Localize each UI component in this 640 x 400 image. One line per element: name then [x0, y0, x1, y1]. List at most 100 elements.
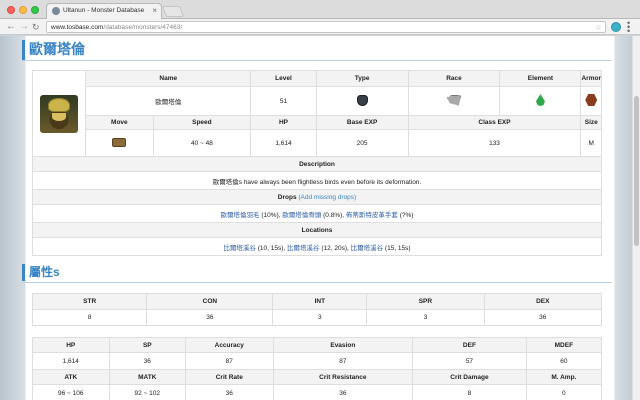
combat-stats-table: HP SP Accuracy Evasion DEF MDEF 1,614 36…: [32, 337, 603, 400]
combat-value: 96 ~ 106: [32, 384, 110, 400]
monster-base-exp: 205: [315, 129, 409, 157]
title-divider: [22, 60, 612, 61]
combat-value: 8: [412, 384, 527, 400]
location-info: (15, 15s): [384, 244, 411, 252]
monster-name: 歐爾塔倫: [85, 86, 252, 116]
bookmark-star-icon[interactable]: ☆: [595, 23, 602, 32]
combat-value: 36: [108, 352, 187, 370]
drops-header-cell: Drops (Add missing drops): [32, 189, 602, 205]
add-missing-drops-link[interactable]: (Add missing drops): [298, 194, 356, 201]
header-type: Type: [315, 70, 409, 87]
url-text: www.tosbase.com/database/monsters/47463/: [51, 24, 182, 31]
new-tab-button[interactable]: [161, 6, 185, 17]
combat-header: MATK: [108, 369, 187, 385]
monster-portrait-cell: [31, 70, 87, 157]
header-size: Size: [580, 115, 602, 130]
beast-type-icon: [356, 94, 368, 106]
combat-value: 1,614: [32, 352, 110, 370]
header-race: Race: [407, 70, 501, 87]
stat-value: 3: [366, 309, 485, 326]
address-bar[interactable]: www.tosbase.com/database/monsters/47463/…: [46, 21, 606, 33]
stat-header: STR: [31, 293, 148, 310]
header-element: Element: [499, 70, 582, 87]
extension-icon[interactable]: [611, 22, 621, 32]
monster-hp: 1,614: [250, 129, 317, 157]
browser-titlebar: Ultanun - Monster Database ×: [0, 0, 640, 19]
stat-value: 3: [272, 309, 368, 326]
stat-header: CON: [146, 293, 274, 310]
stat-header: SPR: [366, 293, 485, 310]
drops-list: 歐爾塔倫羽毛 (10%), 歐爾塔倫骨頭 (0.8%), 佈蒂斯特皮革手套 (?…: [32, 204, 602, 223]
earth-element-icon: [535, 94, 545, 106]
page-viewport: 歐爾塔倫 Name Level Type Race Element Armor …: [0, 36, 640, 400]
stat-value: 36: [146, 309, 274, 326]
stat-header: INT: [272, 293, 368, 310]
combat-header: MDEF: [525, 337, 603, 353]
location-link[interactable]: 比爾塔溪谷: [223, 245, 256, 252]
reload-icon[interactable]: ↻: [32, 22, 40, 33]
stat-value: 36: [483, 309, 603, 326]
close-window-button[interactable]: [7, 6, 15, 14]
browser-menu-icon[interactable]: • • •: [627, 19, 630, 36]
header-base-exp: Base EXP: [315, 115, 409, 130]
locations-list: 比爾塔溪谷 (10, 15s), 比爾塔溪谷 (12, 20s), 比爾塔溪谷 …: [32, 237, 602, 256]
combat-value: 0: [525, 384, 603, 400]
back-arrow-icon[interactable]: ←: [6, 21, 16, 32]
drop-item-link[interactable]: 歐爾塔倫骨頭: [282, 212, 321, 219]
header-armor: Armor: [580, 70, 602, 87]
drop-item-link[interactable]: 歐爾塔倫羽毛: [221, 212, 260, 219]
location-link[interactable]: 比爾塔溪谷: [287, 245, 320, 252]
monster-class-exp: 133: [407, 129, 582, 157]
monster-speed: 40 ~ 48: [152, 129, 252, 157]
url-host: www.tosbase.com: [51, 24, 104, 31]
leather-armor-icon: [585, 94, 598, 106]
combat-value: 92 ~ 102: [108, 384, 187, 400]
maximize-window-button[interactable]: [31, 6, 39, 14]
combat-header: HP: [32, 337, 110, 353]
page-scrollbar[interactable]: [632, 36, 640, 400]
location-info: (10, 15s): [257, 244, 284, 252]
combat-value: 36: [185, 384, 274, 400]
combat-value: 87: [185, 352, 274, 370]
header-hp: HP: [250, 115, 317, 130]
combat-header: Crit Resistance: [272, 369, 414, 385]
monster-level: 51: [250, 86, 317, 116]
combat-header: SP: [108, 337, 187, 353]
location-link[interactable]: 比爾塔溪谷: [351, 245, 384, 252]
stat-value: 8: [31, 309, 148, 326]
drop-rate: (0.8%): [323, 211, 343, 219]
combat-header: Evasion: [272, 337, 414, 353]
monster-portrait: [40, 94, 79, 133]
url-path: /database/monsters/47463/: [103, 24, 183, 31]
stat-header: DEX: [483, 293, 603, 310]
description-text: 歐爾塔倫s have always been flightless birds …: [32, 171, 602, 190]
tab-close-icon[interactable]: ×: [152, 6, 157, 15]
browser-toolbar: ← → ↻ www.tosbase.com/database/monsters/…: [0, 19, 640, 36]
description-header: Description: [32, 156, 602, 172]
scrollbar-thumb[interactable]: [634, 96, 639, 246]
header-class-exp: Class EXP: [407, 115, 582, 130]
combat-header: M. Amp.: [525, 369, 603, 385]
combat-value: 87: [272, 352, 414, 370]
minimize-window-button[interactable]: [19, 6, 27, 14]
combat-header: DEF: [412, 337, 527, 353]
combat-header: Accuracy: [185, 337, 274, 353]
monster-info-table: Name Level Type Race Element Armor 歐爾塔倫 …: [31, 70, 602, 256]
monster-size: M: [580, 129, 602, 157]
forward-arrow-icon[interactable]: →: [19, 21, 29, 32]
header-name: Name: [85, 70, 252, 87]
drop-item-link[interactable]: 佈蒂斯特皮革手套: [346, 212, 398, 219]
browser-tab[interactable]: Ultanun - Monster Database ×: [46, 3, 162, 19]
race-icon: [446, 94, 461, 106]
tab-title: Ultanun - Monster Database: [63, 7, 145, 14]
combat-value: 36: [272, 384, 414, 400]
site-favicon-icon: [52, 7, 60, 15]
combat-header: Crit Rate: [185, 369, 274, 385]
header-speed: Speed: [152, 115, 252, 130]
base-stats-table: STR CON INT SPR DEX 8 36 3 3 36: [31, 293, 603, 326]
drop-rate: (10%): [261, 211, 279, 219]
header-level: Level: [250, 70, 317, 87]
locations-header: Locations: [32, 222, 602, 238]
combat-header: Crit Damage: [412, 369, 527, 385]
header-move: Move: [85, 115, 154, 130]
